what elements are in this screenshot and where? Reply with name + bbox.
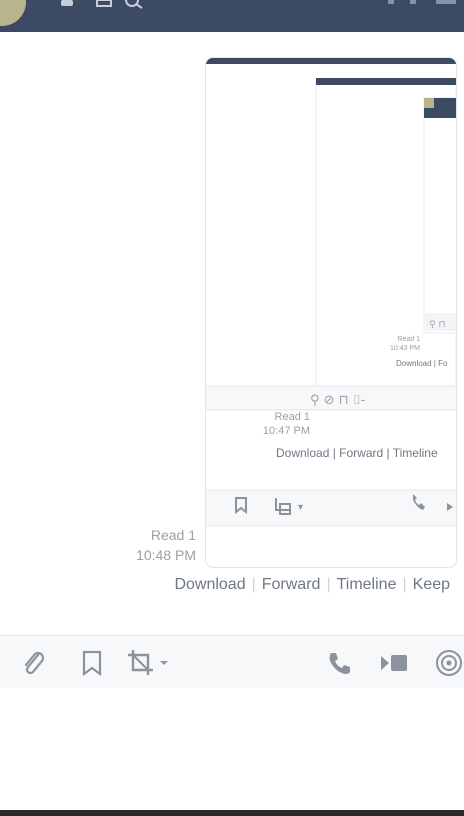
nested-2-time: 10:43 PM [390, 345, 420, 352]
divider: | [251, 576, 256, 593]
nested-2-actions: Download | Fo [396, 359, 448, 368]
notes-icon[interactable] [96, 0, 112, 8]
composer-toolbar [0, 635, 464, 689]
taskbar [0, 810, 464, 816]
download-link[interactable]: Download [174, 576, 245, 593]
keep-link[interactable]: Keep [413, 576, 450, 593]
message-meta: Read 1 10:48 PM [136, 525, 196, 565]
person-icon[interactable] [58, 0, 76, 8]
nested-1-actions: Download | Forward | Timeline [276, 446, 438, 460]
crop-icon[interactable] [126, 648, 156, 678]
svg-text:⚲ ⊓: ⚲ ⊓ [429, 320, 445, 330]
video-icon[interactable] [380, 652, 410, 674]
message-time: 10:48 PM [136, 547, 196, 563]
svg-text:⚲ ⊘ ⊓ ⌷-: ⚲ ⊘ ⊓ ⌷- [310, 393, 366, 408]
timeline-link[interactable]: Timeline [337, 576, 397, 593]
chat-header [0, 0, 464, 32]
broadcast-icon[interactable] [434, 648, 464, 678]
avatar[interactable] [0, 0, 26, 26]
divider: | [402, 576, 407, 593]
menu-icon[interactable] [380, 0, 464, 8]
image-message[interactable]: ⚲ ⊓ Read 1 10:43 PM Download | Fo ⚲ ⊘ ⊓ … [205, 57, 457, 568]
nested-1-time: 10:47 PM [263, 425, 310, 437]
phone-icon[interactable] [326, 650, 352, 676]
bookmark-icon[interactable] [80, 650, 104, 676]
divider: | [326, 576, 331, 593]
paperclip-icon[interactable] [20, 650, 48, 678]
nested-1-read: Read 1 [275, 411, 310, 423]
chevron-down-icon[interactable] [158, 658, 170, 668]
message-image: ⚲ ⊓ Read 1 10:43 PM Download | Fo ⚲ ⊘ ⊓ … [206, 58, 456, 527]
read-status: Read 1 [150, 527, 196, 543]
search-icon[interactable] [124, 0, 146, 10]
message-input[interactable] [0, 688, 464, 810]
message-actions: Download | Forward | Timeline | Keep [174, 576, 450, 594]
forward-link[interactable]: Forward [262, 576, 321, 593]
svg-text:▾: ▾ [298, 502, 303, 513]
nested-2-read: Read 1 [397, 336, 420, 343]
